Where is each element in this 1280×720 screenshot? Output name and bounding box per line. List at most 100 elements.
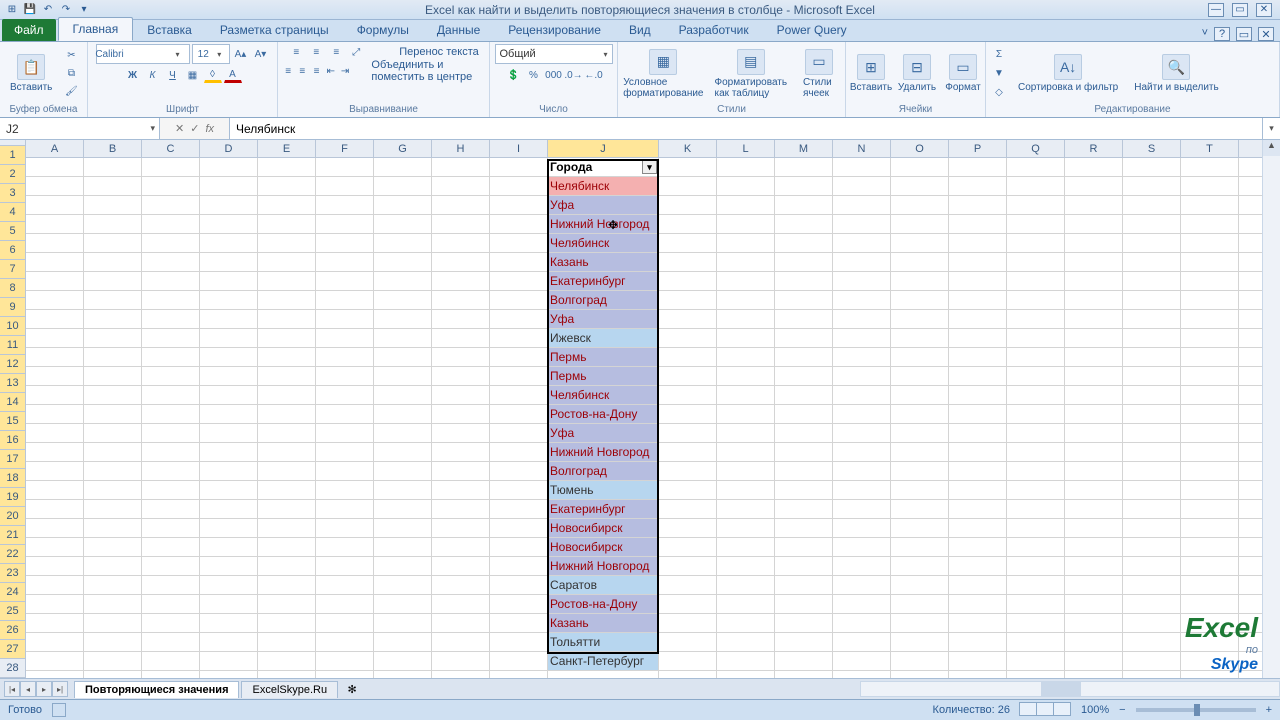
cell[interactable] — [949, 557, 1007, 575]
cell[interactable] — [374, 671, 432, 678]
cell[interactable] — [432, 405, 490, 423]
cell[interactable] — [490, 557, 548, 575]
cell[interactable] — [1065, 386, 1123, 404]
cell[interactable]: Саратов — [548, 576, 659, 594]
cell[interactable] — [775, 386, 833, 404]
cell[interactable] — [1065, 367, 1123, 385]
cell[interactable] — [258, 234, 316, 252]
cell[interactable] — [432, 272, 490, 290]
cell[interactable] — [258, 424, 316, 442]
cell[interactable] — [891, 576, 949, 594]
cell[interactable] — [659, 595, 717, 613]
column-header[interactable]: A — [26, 140, 84, 157]
enter-formula-icon[interactable]: ✓ — [190, 122, 199, 135]
cell[interactable] — [1181, 462, 1239, 480]
wrap-checkbox[interactable] — [375, 44, 393, 60]
cell[interactable] — [316, 405, 374, 423]
cell[interactable] — [84, 234, 142, 252]
cell[interactable] — [258, 405, 316, 423]
increase-decimal-icon[interactable]: .0→ — [565, 67, 583, 83]
cell[interactable] — [949, 538, 1007, 556]
cell[interactable] — [833, 329, 891, 347]
cell[interactable] — [659, 177, 717, 195]
cell[interactable] — [258, 671, 316, 678]
cell[interactable] — [1181, 253, 1239, 271]
cell[interactable] — [374, 424, 432, 442]
cell[interactable] — [891, 405, 949, 423]
cell[interactable]: Ростов-на-Дону — [548, 595, 659, 613]
cell[interactable] — [432, 424, 490, 442]
column-header[interactable]: L — [717, 140, 775, 157]
cell[interactable] — [775, 177, 833, 195]
cell[interactable] — [374, 158, 432, 176]
insert-cells-button[interactable]: ⊞Вставить — [850, 52, 892, 95]
cell[interactable] — [1065, 576, 1123, 594]
column-header[interactable]: E — [258, 140, 316, 157]
tab-разметка-страницы[interactable]: Разметка страницы — [206, 19, 343, 41]
cell[interactable] — [374, 310, 432, 328]
cell[interactable] — [659, 633, 717, 651]
cell[interactable] — [1123, 500, 1181, 518]
column-header[interactable]: S — [1123, 140, 1181, 157]
cell[interactable] — [949, 348, 1007, 366]
cell[interactable] — [775, 538, 833, 556]
cell[interactable] — [891, 519, 949, 537]
help-icon[interactable]: ? — [1214, 27, 1230, 41]
cell[interactable] — [142, 386, 200, 404]
cell[interactable] — [26, 291, 84, 309]
cell[interactable] — [26, 405, 84, 423]
cell[interactable] — [200, 367, 258, 385]
cell[interactable] — [717, 367, 775, 385]
cell[interactable] — [200, 196, 258, 214]
cell[interactable] — [1007, 386, 1065, 404]
row-header[interactable]: 22 — [0, 545, 25, 564]
cell[interactable] — [949, 253, 1007, 271]
cell[interactable] — [949, 671, 1007, 678]
cell[interactable] — [891, 215, 949, 233]
cell[interactable] — [1065, 348, 1123, 366]
cell[interactable] — [142, 633, 200, 651]
cell[interactable] — [490, 253, 548, 271]
column-header[interactable]: D — [200, 140, 258, 157]
cell[interactable] — [84, 424, 142, 442]
cell[interactable] — [374, 367, 432, 385]
cell[interactable] — [432, 367, 490, 385]
cell[interactable] — [142, 348, 200, 366]
cell[interactable]: Тюмень — [548, 481, 659, 499]
cell[interactable] — [891, 367, 949, 385]
formula-input[interactable]: Челябинск — [230, 118, 1262, 139]
cell[interactable] — [258, 557, 316, 575]
expand-formula-icon[interactable]: ▾ — [1262, 118, 1280, 139]
cell[interactable] — [1065, 500, 1123, 518]
cell[interactable] — [1123, 158, 1181, 176]
cell[interactable] — [1065, 614, 1123, 632]
cell[interactable] — [200, 272, 258, 290]
column-header[interactable]: Q — [1007, 140, 1065, 157]
cell[interactable] — [775, 405, 833, 423]
file-tab[interactable]: Файл — [2, 19, 56, 41]
cell[interactable] — [26, 272, 84, 290]
increase-font-icon[interactable]: A▴ — [232, 46, 250, 62]
orientation-icon[interactable]: ⤢ — [347, 44, 365, 60]
cell[interactable] — [1181, 234, 1239, 252]
cell[interactable] — [833, 652, 891, 670]
cell[interactable] — [258, 519, 316, 537]
cell[interactable] — [490, 519, 548, 537]
row-header[interactable]: 16 — [0, 431, 25, 450]
macro-record-icon[interactable] — [52, 703, 66, 717]
cell[interactable] — [717, 272, 775, 290]
cell[interactable] — [833, 576, 891, 594]
cell[interactable] — [200, 310, 258, 328]
cell[interactable] — [316, 158, 374, 176]
cell[interactable] — [1123, 443, 1181, 461]
cell[interactable] — [659, 272, 717, 290]
cell[interactable] — [659, 329, 717, 347]
cell[interactable] — [1123, 386, 1181, 404]
cell[interactable] — [659, 158, 717, 176]
cell[interactable] — [1007, 633, 1065, 651]
cell[interactable] — [490, 272, 548, 290]
cell[interactable] — [1123, 196, 1181, 214]
cell[interactable] — [891, 158, 949, 176]
cell[interactable] — [142, 196, 200, 214]
cell[interactable] — [200, 652, 258, 670]
